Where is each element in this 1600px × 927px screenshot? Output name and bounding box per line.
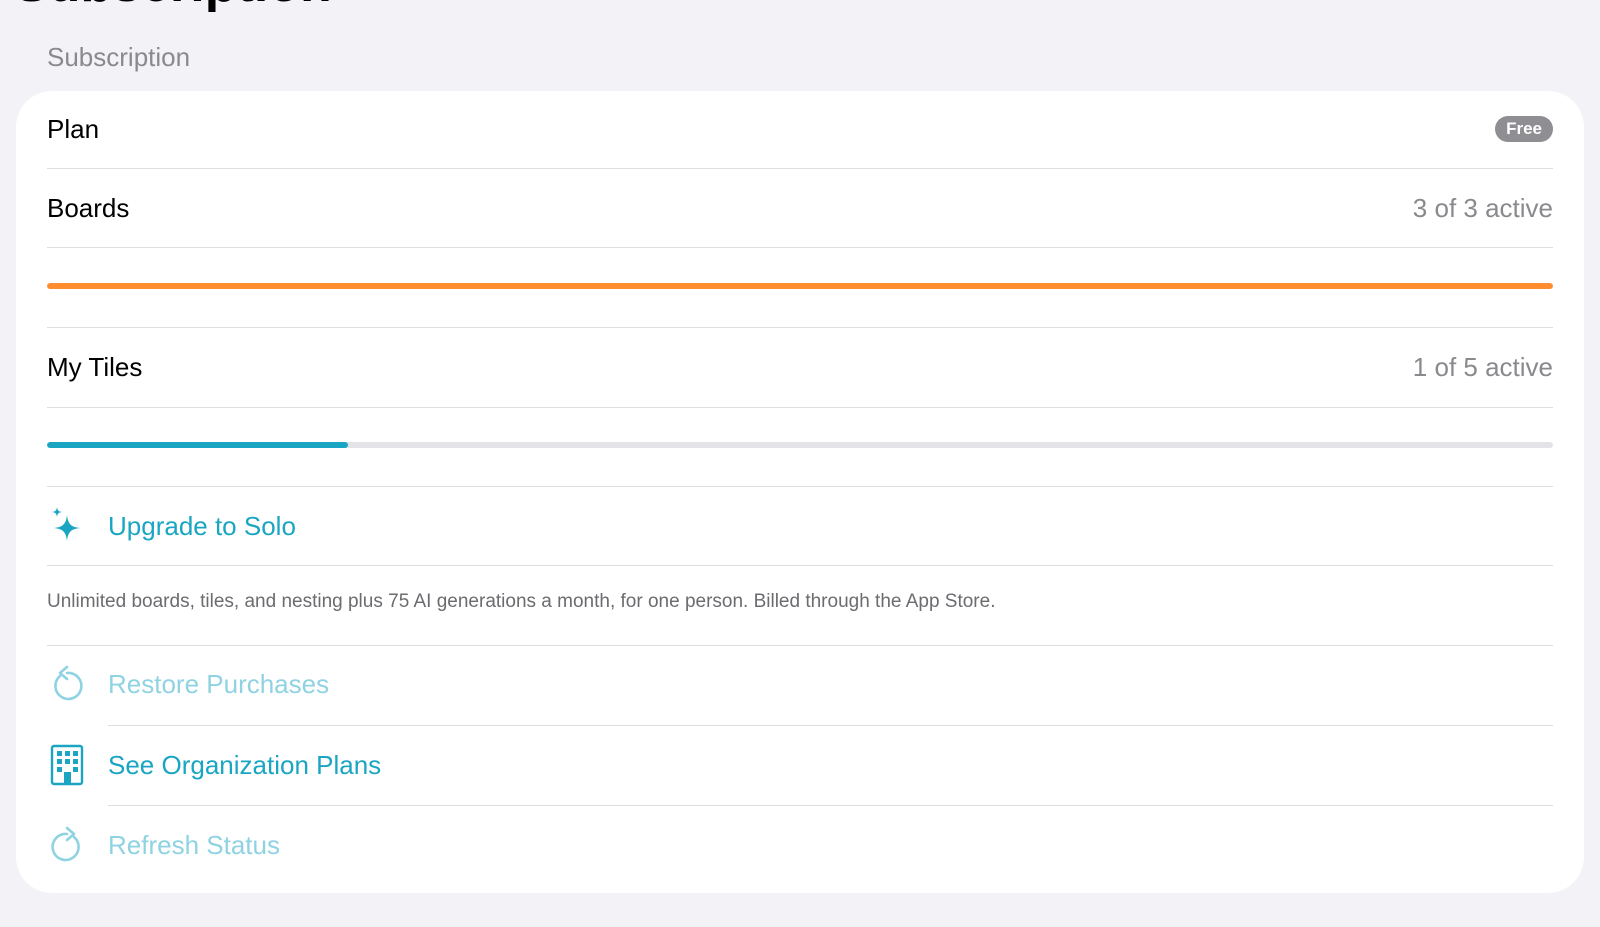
subscription-card: Plan Free Boards 3 of 3 active My Tiles … <box>16 91 1584 893</box>
tiles-row: My Tiles 1 of 5 active <box>47 347 1553 387</box>
divider <box>47 168 1553 169</box>
sparkles-icon <box>47 506 87 546</box>
tiles-label: My Tiles <box>47 352 143 382</box>
org-plans-label: See Organization Plans <box>108 750 382 780</box>
restore-purchases-button[interactable]: Restore Purchases <box>47 661 1553 707</box>
tiles-progress-bar <box>47 442 1553 448</box>
upgrade-label: Upgrade to Solo <box>108 511 296 541</box>
divider <box>47 645 1553 646</box>
upgrade-description: Unlimited boards, tiles, and nesting plu… <box>47 591 996 612</box>
divider <box>108 805 1553 806</box>
page-title: Subscription <box>14 0 332 12</box>
plan-row: Plan Free <box>47 109 1553 149</box>
boards-count: 3 of 3 active <box>1412 193 1553 223</box>
divider <box>47 565 1553 566</box>
tiles-progress-fill <box>47 442 349 448</box>
section-header: Subscription <box>47 42 191 72</box>
plan-badge: Free <box>1495 116 1553 142</box>
divider <box>47 486 1553 487</box>
plan-label: Plan <box>47 114 100 144</box>
see-organization-plans-button[interactable]: See Organization Plans <box>47 742 1553 788</box>
boards-progress-fill <box>47 283 1553 289</box>
divider <box>47 327 1553 328</box>
boards-label: Boards <box>47 193 130 223</box>
refresh-label: Refresh Status <box>108 830 280 860</box>
divider <box>47 247 1553 248</box>
refresh-status-button[interactable]: Refresh Status <box>47 822 1553 868</box>
divider <box>47 407 1553 408</box>
boards-progress-bar <box>47 283 1553 289</box>
upgrade-to-solo-button[interactable]: Upgrade to Solo <box>47 503 1553 549</box>
refresh-arrow-icon <box>47 825 87 865</box>
divider <box>108 725 1553 726</box>
building-icon <box>47 744 87 786</box>
boards-row: Boards 3 of 3 active <box>47 188 1553 228</box>
tiles-count: 1 of 5 active <box>1412 352 1553 382</box>
restore-label: Restore Purchases <box>108 669 330 699</box>
restore-arrow-icon <box>47 664 87 704</box>
